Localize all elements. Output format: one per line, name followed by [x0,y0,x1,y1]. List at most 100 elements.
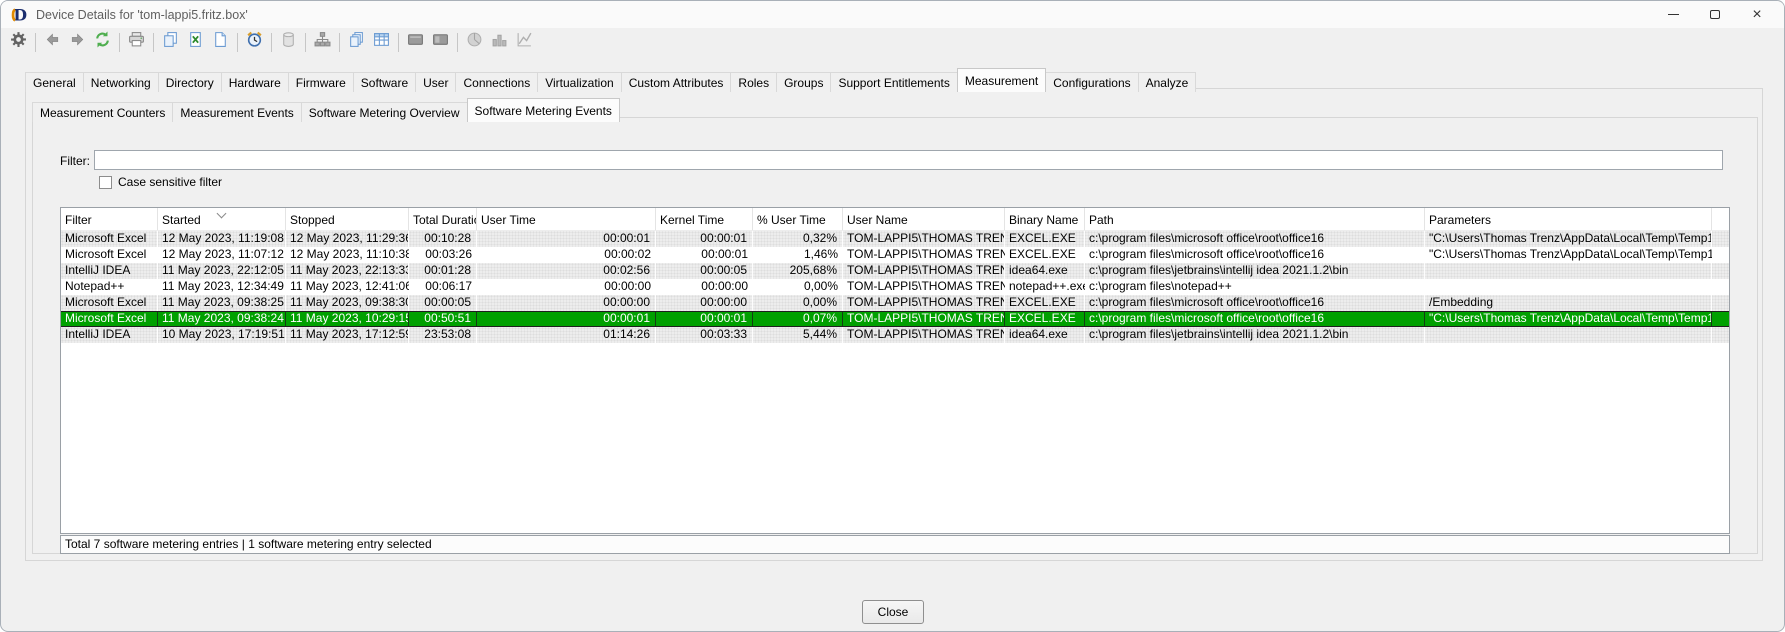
tab-hardware[interactable]: Hardware [220,72,289,92]
column-header-filter[interactable]: Filter [61,208,158,230]
toolbar-separator [339,32,340,52]
tab-general[interactable]: General [25,72,84,92]
panel-dark-1-button[interactable] [403,30,428,54]
copy-button[interactable] [158,30,183,54]
table-row[interactable]: IntelliJ IDEA 11 May 2023, 22:12:05 11 May… [61,263,1729,279]
tab-measurement[interactable]: Measurement [956,68,1047,92]
cell-parameters: "C:\Users\Thomas Trenz\AppData\Local\Tem… [1425,231,1712,247]
cell-binary-name: EXCEL.EXE [1005,231,1085,247]
tab-configurations[interactable]: Configurations [1045,72,1139,92]
sub-tab-strip: Measurement Counters Measurement Events So… [32,98,620,122]
column-header-total-duration[interactable]: Total Duration [409,208,477,230]
table-row[interactable]: Microsoft Excel 11 May 2023, 09:38:25 11 M… [61,295,1729,311]
column-header-stopped[interactable]: Stopped [286,208,409,230]
cell-parameters: "C:\Users\Thomas Trenz\AppData\Local\Tem… [1425,312,1712,326]
subtab-measurement-counters[interactable]: Measurement Counters [32,102,174,122]
cell-path: c:\program files\microsoft office\root\o… [1089,247,1324,261]
tab-groups[interactable]: Groups [776,72,832,92]
cell-kernel-time: 00:00:00 [656,295,753,311]
table-row-selected[interactable]: Microsoft Excel 11 May 2023, 09:38:24 11 M… [61,311,1729,327]
sitemap-icon [314,31,331,53]
subtab-software-metering-overview[interactable]: Software Metering Overview [300,102,468,122]
column-header-user-time[interactable]: % User Time [753,208,843,230]
toolbar-separator [35,32,36,52]
pie-chart-icon [466,31,483,53]
cell-parameters: "C:\Users\Thomas Trenz\AppData\Local\Tem… [1429,247,1712,261]
column-header-user-name[interactable]: User Name [843,208,1005,230]
refresh-icon [94,31,111,53]
column-header-binary-name[interactable]: Binary Name [1005,208,1085,230]
tab-support-entitlements[interactable]: Support Entitlements [830,72,958,92]
print-icon [128,31,145,53]
close-window-button[interactable]: × [1736,1,1778,28]
table-row[interactable]: Microsoft Excel 12 May 2023, 11:07:12 12 M… [61,247,1729,263]
filter-input[interactable] [94,150,1723,170]
cell-path: c:\program files\microsoft office\root\o… [1085,231,1425,247]
cell-total-duration: 00:50:51 [409,312,477,326]
bar-chart-button[interactable] [487,30,512,54]
document-icon [212,31,229,53]
cell-stopped: 11 May 2023, 10:29:15 [286,312,409,326]
toolbar-separator [271,32,272,52]
cell-user-name: TOM-LAPPI5\THOMAS TRENZ [847,279,1005,293]
tab-software[interactable]: Software [352,72,417,92]
tab-analyze[interactable]: Analyze [1137,72,1197,92]
table-row[interactable]: IntelliJ IDEA 10 May 2023, 17:19:51 11 May… [61,327,1729,343]
document-button[interactable] [208,30,233,54]
title-bar[interactable]: D Device Details for 'tom-lappi5.fritz.b… [1,1,1784,28]
pie-chart-button[interactable] [462,30,487,54]
cell-stopped: 11 May 2023, 12:41:06 [290,279,409,293]
tab-virtualization[interactable]: Virtualization [537,72,622,92]
column-header-started[interactable]: Started [158,208,286,230]
cell-user-time: 01:14:26 [477,327,656,343]
tab-user[interactable]: User [415,72,457,92]
subtab-measurement-events[interactable]: Measurement Events [172,102,302,122]
table-view-button[interactable] [369,30,394,54]
forward-button[interactable] [65,30,90,54]
sort-descending-icon [216,208,226,219]
settings-gear-button[interactable] [6,30,31,54]
table-view-icon [373,31,390,53]
tab-roles[interactable]: Roles [730,72,778,92]
table-row[interactable]: Notepad++ 11 May 2023, 12:34:49 11 May 202… [61,279,1729,295]
filter-label: Filter: [60,154,90,168]
cell-user-time: 0,00% [803,279,838,293]
line-chart-button[interactable] [512,30,537,54]
line-chart-icon [516,31,533,53]
database-button[interactable] [276,30,301,54]
tab-networking[interactable]: Networking [82,72,159,92]
toolbar [1,28,1784,56]
print-button[interactable] [124,30,149,54]
tab-directory[interactable]: Directory [157,72,222,92]
maximize-button[interactable] [1694,1,1736,28]
close-button[interactable]: Close [862,600,924,624]
cell-stopped: 12 May 2023, 11:10:38 [290,247,409,261]
cell-path: c:\program files\microsoft office\root\o… [1085,312,1425,326]
copy-pages-button[interactable] [344,30,369,54]
column-header-path[interactable]: Path [1085,208,1425,230]
cell-user-time: 00:00:01 [477,312,656,326]
export-excel-button[interactable] [183,30,208,54]
sitemap-button[interactable] [310,30,335,54]
cell-kernel-time: 00:03:33 [656,327,753,343]
cell-total-duration: 00:10:28 [409,231,477,247]
tab-connections[interactable]: Connections [455,72,539,92]
tab-custom-attributes[interactable]: Custom Attributes [620,72,732,92]
table-row[interactable]: Microsoft Excel 12 May 2023, 11:19:08 12 M… [61,231,1729,247]
column-header-user-time[interactable]: User Time [477,208,656,230]
cell-started: 11 May 2023, 12:34:49 [162,279,284,293]
refresh-button[interactable] [90,30,115,54]
column-header-parameters[interactable]: Parameters [1425,208,1712,230]
cell-path: c:\program files\jetbrains\intellij idea… [1085,327,1425,343]
cell-user-time: 00:00:01 [477,231,656,247]
back-button[interactable] [40,30,65,54]
alarm-clock-button[interactable] [242,30,267,54]
case-sensitive-checkbox[interactable] [99,175,112,189]
minimize-button[interactable] [1652,1,1694,28]
case-sensitive-label: Case sensitive filter [118,175,223,189]
panel-dark-2-button[interactable] [428,30,453,54]
subtab-software-metering-events[interactable]: Software Metering Events [466,98,620,122]
column-header-kernel-time[interactable]: Kernel Time [656,208,753,230]
cell-total-duration: 00:06:17 [425,279,472,293]
tab-firmware[interactable]: Firmware [287,72,354,92]
